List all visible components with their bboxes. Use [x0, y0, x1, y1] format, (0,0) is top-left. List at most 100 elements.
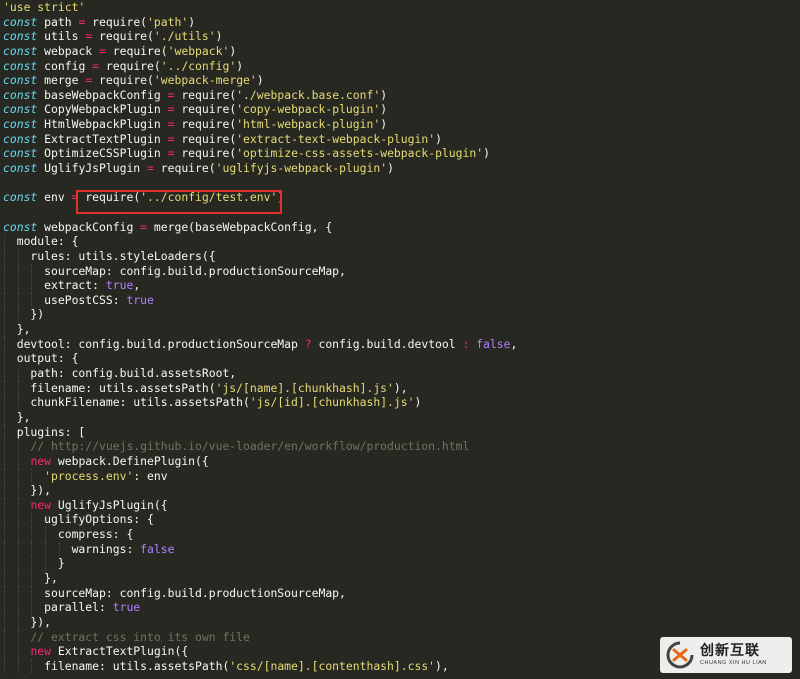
- indent-guide: [17, 570, 19, 586]
- code-line: devtool: config.build.productionSourceMa…: [0, 336, 518, 352]
- indent-guide: [31, 600, 33, 615]
- indent-guide: [31, 263, 33, 279]
- code-token: UglifyJsPlugin({: [51, 497, 168, 512]
- code-token: : env: [133, 468, 168, 483]
- indent-guide: [4, 292, 5, 308]
- indent-guide: [4, 351, 5, 367]
- indent-guide: [4, 380, 5, 396]
- code-line: const baseWebpackConfig = require('./web…: [0, 88, 517, 103]
- indent-guide: [31, 541, 33, 557]
- indent-guide: [17, 629, 19, 645]
- code-token: './webpack.base.conf': [236, 87, 381, 102]
- indent-guide: [4, 395, 5, 410]
- indent-guide: [4, 439, 5, 454]
- code-line: const webpackConfig = merge(baseWebpackC…: [0, 220, 517, 235]
- code-token: filename: utils.assetsPath(: [3, 380, 216, 395]
- code-token: webpack.DefinePlugin({: [51, 453, 209, 468]
- code-token: ),: [435, 658, 449, 673]
- code-token: require(: [85, 14, 148, 29]
- code-lines[interactable]: 'use strict' const path = require('path')…: [0, 0, 518, 674]
- code-token: filename: utils.assetsPath(: [3, 658, 230, 673]
- code-token: ,: [510, 336, 518, 351]
- code-token: false: [476, 336, 511, 351]
- code-token: require(: [174, 146, 237, 161]
- indent-guide: [4, 278, 5, 293]
- indent-guide: [17, 497, 19, 513]
- indent-guide: [4, 307, 5, 323]
- watermark-name-cn: 创新互联: [700, 643, 760, 659]
- code-token: env: [37, 190, 72, 205]
- code-line: const webpack = require('webpack'): [0, 44, 517, 59]
- code-token: require(: [174, 87, 237, 102]
- indent-guide: [4, 453, 5, 469]
- code-token: plugins: [: [3, 424, 86, 439]
- code-token: true: [112, 600, 141, 615]
- code-token: ): [236, 58, 244, 73]
- code-token: sourceMap: config.build.productionSource…: [3, 585, 346, 600]
- code-line: new ExtractTextPlugin({: [0, 644, 517, 659]
- indent-guide: [45, 541, 47, 557]
- code-token: require(: [92, 29, 154, 44]
- indent-guide: [17, 644, 19, 659]
- code-token: },: [3, 322, 31, 337]
- code-token: }: [3, 556, 65, 571]
- code-token: ExtractTextPlugin({: [51, 644, 189, 659]
- code-line: const CopyWebpackPlugin = require('copy-…: [0, 102, 517, 117]
- indent-guide: [17, 585, 19, 601]
- code-token: require(: [105, 43, 168, 58]
- indent-guide: [17, 483, 19, 498]
- code-token: new: [30, 644, 52, 659]
- code-token: require(: [92, 73, 154, 88]
- indent-guide: [4, 497, 5, 513]
- code-token: }),: [3, 483, 52, 498]
- code-token: 'process.env': [44, 468, 134, 483]
- code-line: },: [0, 570, 517, 586]
- indent-guide: [4, 556, 5, 571]
- brand-watermark: 创新互联 CHUANG XIN HU LIAN: [660, 637, 792, 673]
- code-token: const: [3, 87, 38, 102]
- code-token: parallel:: [3, 600, 113, 615]
- code-token: 'path': [147, 14, 189, 29]
- indent-guide: [31, 658, 33, 674]
- code-line: output: {: [0, 351, 517, 367]
- code-token: },: [3, 409, 31, 424]
- code-token: HtmlWebpackPlugin: [37, 117, 168, 132]
- code-token: true: [126, 292, 154, 307]
- code-token: compress: {: [3, 527, 134, 542]
- code-token: const: [3, 190, 38, 205]
- indent-guide: [17, 600, 19, 615]
- code-token: 'use strict': [3, 0, 86, 14]
- code-line: 'use strict': [0, 0, 517, 15]
- code-token: ): [380, 102, 388, 117]
- code-token: =: [92, 58, 100, 73]
- indent-guide: [4, 263, 5, 279]
- code-line: const merge = require('webpack-merge'): [0, 73, 517, 88]
- code-token: require(: [174, 117, 237, 132]
- code-token: warnings:: [3, 541, 141, 556]
- code-token: }): [3, 307, 45, 322]
- code-token: devtool: config.build.productionSourceMa…: [3, 336, 305, 351]
- code-line: },: [0, 322, 517, 337]
- indent-guide: [4, 644, 5, 659]
- watermark-name-en: CHUANG XIN HU LIAN: [700, 660, 767, 666]
- code-line: }),: [0, 483, 517, 498]
- code-token: module: {: [3, 234, 79, 249]
- indent-guide: [4, 409, 5, 425]
- indent-guide: [4, 629, 5, 645]
- require-highlight-box: [76, 190, 282, 214]
- code-line: const utils = require('./utils'): [0, 29, 517, 44]
- indent-guide: [17, 453, 19, 469]
- code-token: new: [30, 453, 52, 468]
- code-token: ExtractTextPlugin: [37, 131, 168, 146]
- code-line: const OptimizeCSSPlugin = require('optim…: [0, 146, 517, 161]
- code-token: 'optimize-css-assets-webpack-plugin': [236, 146, 484, 161]
- code-token: ): [229, 43, 237, 58]
- indent-guide: [4, 322, 5, 337]
- code-line: chunkFilename: utils.assetsPath('js/[id]…: [0, 395, 517, 410]
- code-token: ): [256, 73, 264, 88]
- code-token: './utils': [153, 29, 216, 44]
- indent-guide: [17, 263, 19, 279]
- code-editor[interactable]: 'use strict' const path = require('path')…: [0, 0, 800, 679]
- code-token: rules: utils.styleLoaders({: [3, 248, 216, 263]
